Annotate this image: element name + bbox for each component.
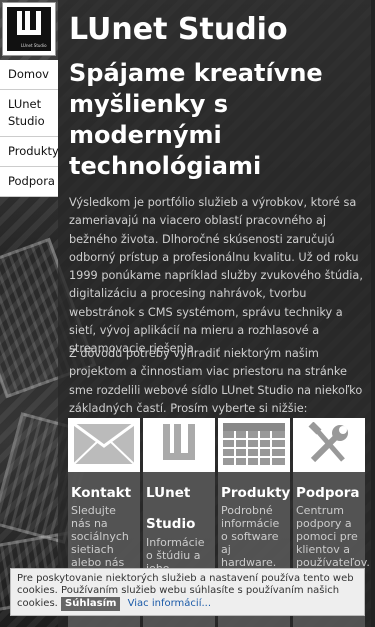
tile-description: Centrum podpory a pomoci pre klientov a … (296, 504, 370, 569)
cookie-banner: Pre poskytovanie niektorých služieb a na… (10, 568, 365, 616)
sections-paragraph: Z dôvodu potreby vyhradiť niektorým naši… (69, 347, 363, 415)
lunet-logo-icon (163, 424, 195, 460)
nav-item-podpora[interactable]: Podpora (0, 167, 58, 197)
tile-description: Podrobné informácie o software aj hardwa… (221, 504, 280, 569)
sidebar: LUnet Studio Domov LUnet Studio Produkty… (0, 0, 58, 627)
site-title: LUnet Studio (69, 12, 288, 47)
cookie-more-link[interactable]: Viac informácií... (128, 598, 211, 609)
site-logo[interactable]: LUnet Studio (2, 2, 56, 56)
tile-image (293, 418, 365, 472)
main-content: LUnet Studio Spájame kreatívne myšlienky… (58, 0, 375, 627)
tile-title: LUnet Studio (146, 485, 196, 532)
cookie-accept-button[interactable]: Súhlasím (61, 597, 121, 611)
scrollbar[interactable] (371, 0, 375, 627)
intro-paragraph: Výsledkom je portfólio služieb a výrobko… (69, 196, 363, 356)
logo-tagline: LUnet Studio (21, 43, 47, 48)
main-nav: Domov LUnet Studio Produkty Podpora (0, 60, 58, 197)
nav-item-domov[interactable]: Domov (0, 60, 58, 90)
nav-item-produkty[interactable]: Produkty (0, 137, 58, 167)
table-icon (223, 423, 285, 465)
envelope-icon (73, 422, 135, 465)
slogan-heading: Spájame kreatívne myšlienky s modernými … (69, 59, 323, 180)
nav-item-lunet-studio[interactable]: LUnet Studio (0, 90, 58, 137)
tile-image (143, 418, 215, 472)
tools-icon (308, 422, 348, 463)
tile-image (68, 418, 140, 472)
lunet-logo-icon (17, 11, 41, 35)
tile-image (218, 418, 290, 472)
